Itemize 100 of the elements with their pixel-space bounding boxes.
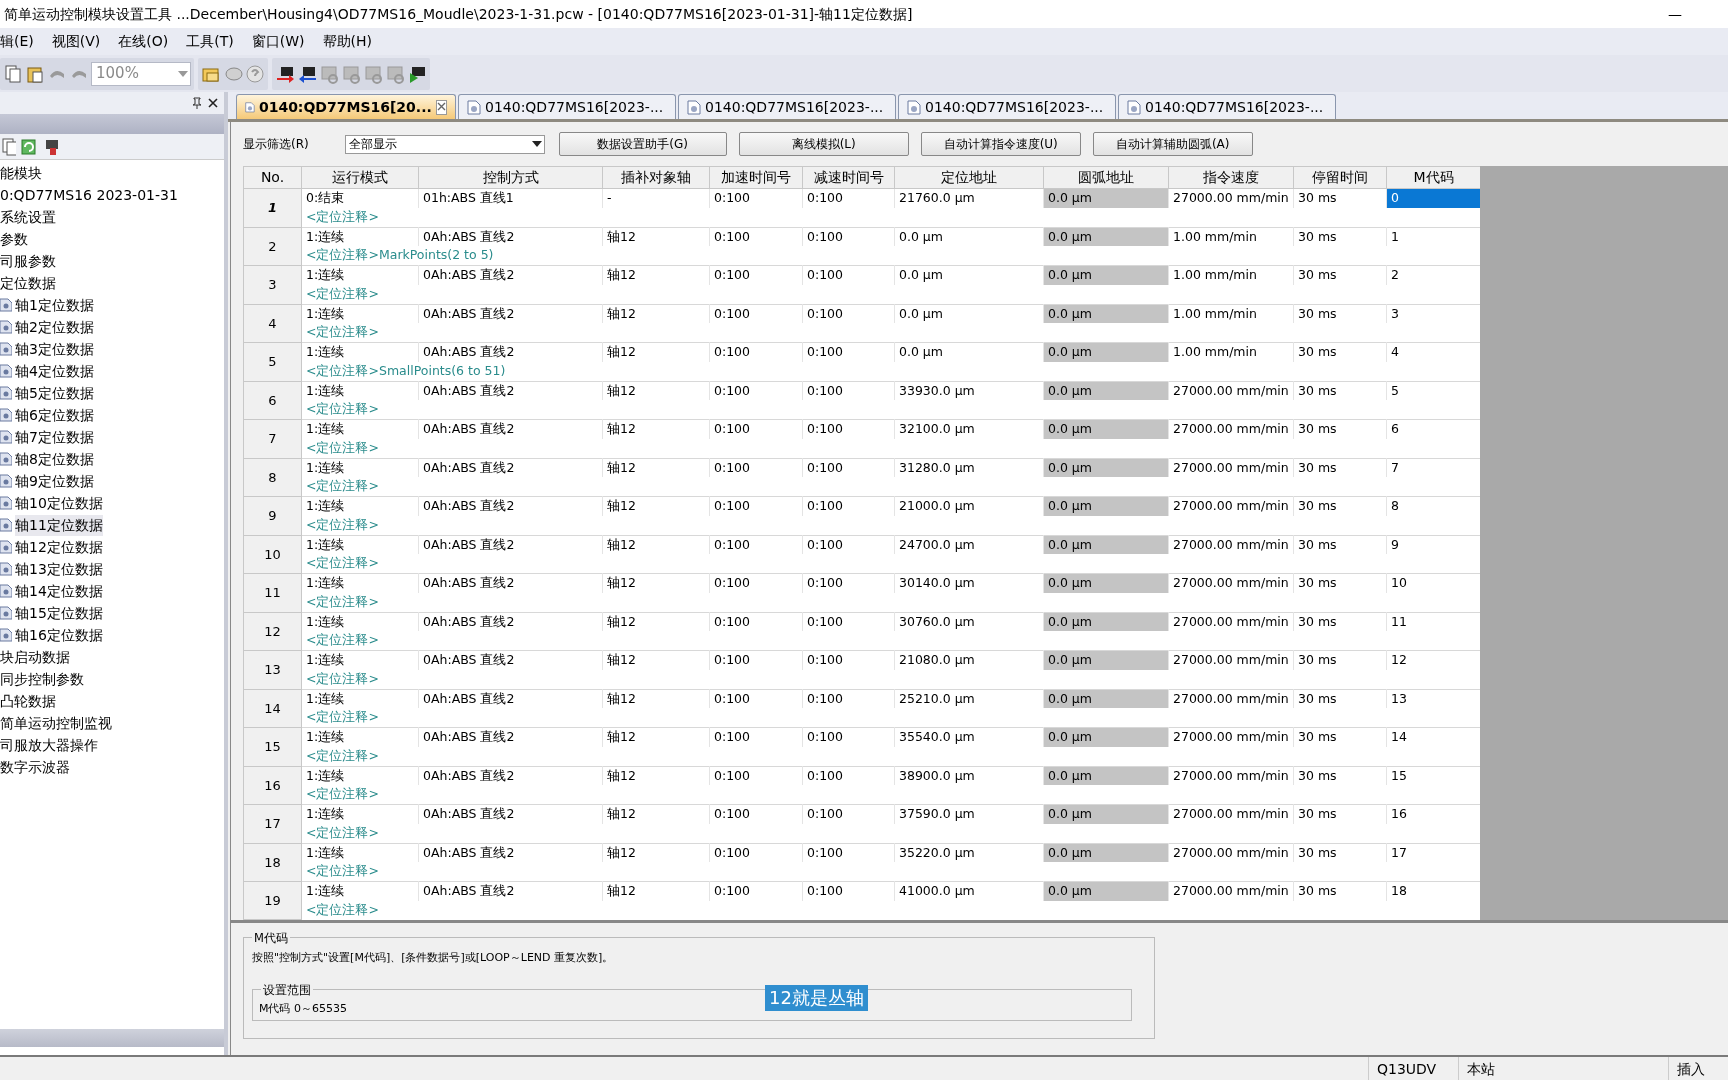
tree-item[interactable]: 0:QD77MS16 2023-01-31	[0, 184, 178, 206]
table-cell: 0:100	[802, 535, 895, 555]
row-number[interactable]: 3	[243, 265, 302, 304]
toolbar-button[interactable]: 自动计算辅助圆弧(A)	[1092, 132, 1253, 156]
tree-item[interactable]: 轴9定位数据	[15, 470, 94, 492]
row-number[interactable]: 11	[243, 573, 302, 612]
tree-item[interactable]: 轴11定位数据	[15, 514, 103, 536]
tree-item[interactable]: 轴12定位数据	[15, 536, 103, 558]
document-tab[interactable]: 0140:QD77MS16[2023-...	[458, 94, 676, 119]
table-cell: 0Ah:ABS 直线2	[418, 342, 603, 362]
row-number[interactable]: 10	[243, 535, 302, 574]
tree-item[interactable]: 轴7定位数据	[15, 426, 94, 448]
table-cell: 30 ms	[1293, 843, 1387, 863]
menu-item[interactable]: 在线(O)	[118, 31, 169, 52]
tree-item[interactable]: 轴13定位数据	[15, 558, 103, 580]
tree-item[interactable]: 轴4定位数据	[15, 360, 94, 382]
column-header[interactable]: M代码	[1386, 166, 1480, 189]
tree-item[interactable]: 能模块	[0, 162, 42, 184]
menu-item[interactable]: 工具(T)	[186, 31, 234, 52]
column-header[interactable]: 加速时间号	[709, 166, 803, 189]
row-number[interactable]: 6	[243, 381, 302, 420]
column-header[interactable]: 圆弧地址	[1043, 166, 1169, 189]
close-icon[interactable]	[208, 98, 218, 108]
menu-item[interactable]: 视图(V)	[51, 31, 101, 52]
row-number[interactable]: 19	[243, 881, 302, 920]
copy-icon[interactable]	[3, 63, 23, 84]
column-header[interactable]: 插补对象轴	[602, 166, 710, 189]
dropdown-arrow-icon[interactable]	[529, 139, 544, 149]
row-number[interactable]: 5	[243, 342, 302, 381]
group-title: 设置范围	[261, 981, 313, 999]
tree-item[interactable]: 参数	[0, 228, 28, 250]
row-number[interactable]: 4	[243, 304, 302, 343]
tree-item[interactable]: 司服放大器操作	[0, 734, 98, 756]
toolbar-button[interactable]: 离线模拟(L)	[738, 132, 909, 156]
tree-item[interactable]: 轴14定位数据	[15, 580, 103, 602]
menu-item[interactable]: 窗口(W)	[251, 31, 305, 52]
table-cell: 30 ms	[1293, 304, 1387, 324]
pin-icon[interactable]	[192, 97, 202, 109]
document-tab[interactable]: 0140:QD77MS16[2023-...	[678, 94, 896, 119]
tree-item[interactable]: 轴16定位数据	[15, 624, 103, 646]
tree-item[interactable]: 轴6定位数据	[15, 404, 94, 426]
column-header[interactable]: 指令速度	[1168, 166, 1294, 189]
row-number[interactable]: 2	[243, 227, 302, 266]
tree-item[interactable]: 司服参数	[0, 250, 56, 272]
row-number[interactable]: 12	[243, 612, 302, 651]
table-cell: 0Ah:ABS 直线2	[418, 573, 603, 593]
tree-item[interactable]: 定位数据	[0, 272, 56, 294]
tree-item[interactable]: 轴10定位数据	[15, 492, 103, 514]
row-number[interactable]: 7	[243, 419, 302, 458]
document-tab[interactable]: 0140:QD77MS16[2023-...	[1118, 94, 1336, 119]
tree-item[interactable]: 轴3定位数据	[15, 338, 94, 360]
row-number[interactable]: 14	[243, 689, 302, 728]
tree-item[interactable]: 轴2定位数据	[15, 316, 94, 338]
table-cell: 0Ah:ABS 直线2	[418, 881, 603, 901]
row-number[interactable]: 1	[243, 188, 302, 227]
menu-item[interactable]: 辑(E)	[0, 31, 34, 52]
tree-item[interactable]: 轴5定位数据	[15, 382, 94, 404]
filter-dropdown[interactable]: 全部显示	[344, 134, 545, 154]
document-tab[interactable]: 0140:QD77MS16[20...	[236, 94, 456, 119]
tree-item[interactable]: 数字示波器	[0, 756, 70, 778]
minimize-button[interactable]: —	[1652, 3, 1698, 25]
refresh-icon[interactable]	[19, 136, 39, 157]
document-tab[interactable]: 0140:QD77MS16[2023-...	[898, 94, 1116, 119]
column-header[interactable]: No.	[243, 166, 302, 189]
table-cell: 1:连续	[301, 612, 419, 632]
tree-item[interactable]: 轴15定位数据	[15, 602, 103, 624]
properties-icon[interactable]	[0, 136, 16, 157]
row-number[interactable]: 17	[243, 804, 302, 843]
row-number[interactable]: 16	[243, 766, 302, 805]
column-header[interactable]: 运行模式	[301, 166, 419, 189]
toolbar-button[interactable]: 自动计算指令速度(U)	[920, 132, 1081, 156]
tree-item[interactable]: 凸轮数据	[0, 690, 56, 712]
table-cell: 0:100	[802, 650, 895, 670]
table-cell: 1:连续	[301, 573, 419, 593]
table-cell: 1:连续	[301, 304, 419, 324]
table-cell: 1:连续	[301, 496, 419, 516]
table-cell: 30 ms	[1293, 535, 1387, 555]
menu-item[interactable]: 帮助(H)	[322, 31, 372, 52]
tree-item[interactable]: 轴8定位数据	[15, 448, 94, 470]
row-number[interactable]: 9	[243, 496, 302, 535]
column-header[interactable]: 控制方式	[418, 166, 603, 189]
table-cell: 0:100	[802, 881, 895, 901]
help-icon[interactable]	[245, 63, 265, 84]
tree-item[interactable]: 简单运动控制监视	[0, 712, 112, 734]
tree-item[interactable]: 系统设置	[0, 206, 56, 228]
tree-item[interactable]: 同步控制参数	[0, 668, 84, 690]
zoom-dropdown[interactable]: 100%	[91, 61, 191, 86]
column-header[interactable]: 定位地址	[894, 166, 1044, 189]
tree-item[interactable]: 块启动数据	[0, 646, 70, 668]
table-cell: 轴12	[602, 458, 710, 478]
table-cell: 0:100	[709, 419, 803, 439]
row-number[interactable]: 8	[243, 458, 302, 497]
column-header[interactable]: 减速时间号	[802, 166, 895, 189]
column-header[interactable]: 停留时间	[1293, 166, 1387, 189]
table-cell: 0:结束	[301, 188, 419, 208]
row-number[interactable]: 13	[243, 650, 302, 689]
tree-item[interactable]: 轴1定位数据	[15, 294, 94, 316]
row-number[interactable]: 15	[243, 727, 302, 766]
toolbar-button[interactable]: 数据设置助手(G)	[558, 132, 727, 156]
row-number[interactable]: 18	[243, 843, 302, 882]
